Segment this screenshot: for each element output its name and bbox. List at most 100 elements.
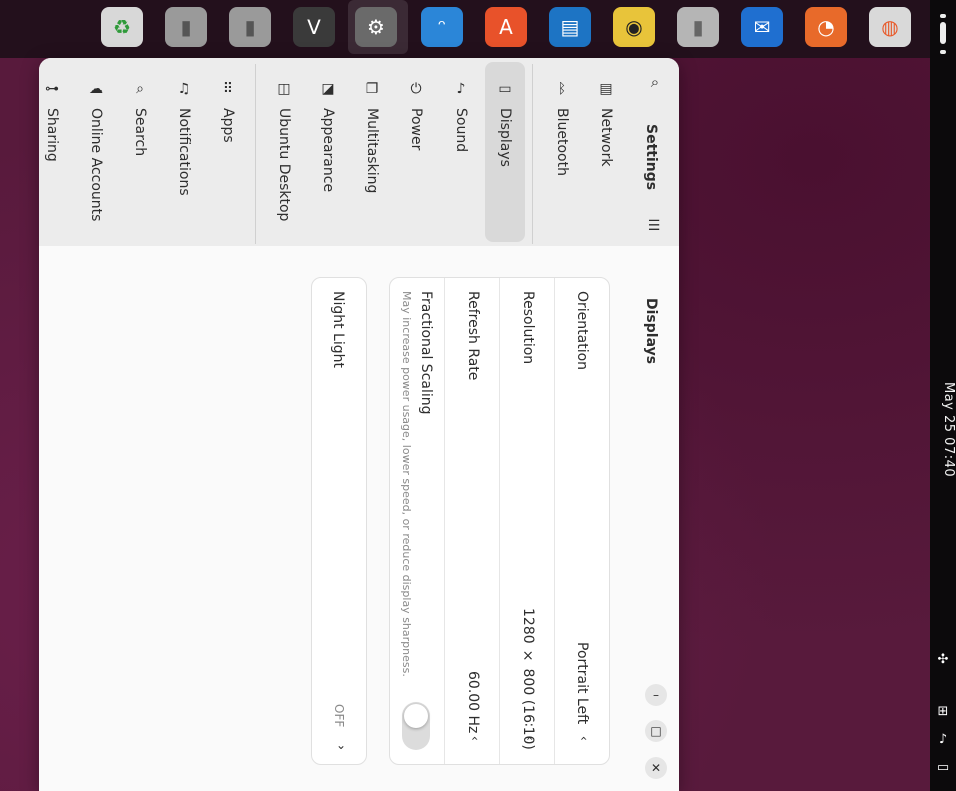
rhythmbox-icon: ◉ (613, 7, 655, 47)
close-button[interactable]: ✕ (645, 757, 667, 779)
multitasking-icon: ❐ (365, 81, 379, 97)
search-icon[interactable]: ⌕ (643, 70, 667, 94)
sidebar-item-bluetooth[interactable]: ᛒ Bluetooth (542, 62, 582, 242)
menu-icon[interactable]: ☰ (646, 218, 662, 234)
volume-icon[interactable]: ♪ (934, 730, 952, 748)
sidebar-separator (255, 64, 256, 244)
sidebar-item-displays[interactable]: ▭ Displays (485, 62, 525, 242)
displays-icon: ▭ (498, 81, 512, 97)
resolution-label: Resolution (520, 291, 536, 365)
notifications-icon: ♫ (177, 81, 191, 97)
search-icon: ⌕ (136, 81, 144, 97)
sidebar-item-label: Apps (220, 108, 236, 143)
dock-software-icon[interactable]: A (482, 5, 530, 49)
chevron-down-icon[interactable]: ‹ (523, 736, 537, 741)
recycle-bin-icon: ♻ (101, 7, 143, 47)
dock-rhythmbox-icon[interactable]: ◉ (610, 5, 658, 49)
appearance-icon: ◪ (321, 81, 335, 97)
chevron-down-icon[interactable]: ‹ (577, 736, 591, 741)
battery-icon[interactable]: ▭ (934, 758, 952, 776)
thunderbird-icon: ✉ (741, 7, 783, 47)
firefox-icon: ◔ (805, 7, 847, 47)
clock[interactable]: May 25 07:40 (930, 382, 956, 477)
dock-drive-1-icon[interactable]: ▮ (162, 5, 210, 49)
refresh-rate-value[interactable]: 60.00 Hz (465, 671, 481, 733)
display-settings-card: Orientation Portrait Left ‹ Resolution 1… (389, 277, 610, 765)
dock-settings-icon[interactable]: ⚙ (352, 5, 400, 49)
sidebar-item-sharing[interactable]: ⊶ Sharing (39, 62, 72, 242)
fractional-scaling-hint: May increase power usage, lower speed, o… (400, 291, 413, 677)
minimize-button[interactable]: – (645, 684, 667, 706)
fractional-scaling-toggle[interactable] (402, 702, 430, 750)
sidebar-item-power[interactable]: ⏻ Power (396, 62, 436, 242)
dock-thunderbird-icon[interactable]: ✉ (738, 5, 786, 49)
sidebar-item-appearance[interactable]: ◪ Appearance (308, 62, 348, 242)
sidebar-item-label: Multitasking (364, 108, 380, 194)
settings-icon: ⚙ (355, 7, 397, 47)
sidebar-item-label: Ubuntu Desktop (276, 108, 292, 222)
dock-drive-2-icon[interactable]: ▮ (226, 5, 274, 49)
sidebar-item-sound[interactable]: ♪ Sound (441, 62, 481, 242)
sound-icon: ♪ (456, 81, 466, 97)
toggle-knob (404, 704, 428, 728)
dock: ♻ ▮ ▮ ᐯ ⚙ ᵔ A ▤ ◉ ▮ ✉ ◔ ◍ (0, 0, 930, 58)
sidebar-item-multitasking[interactable]: ❐ Multitasking (352, 62, 392, 242)
bluetooth-icon: ᛒ (557, 81, 567, 97)
night-light-card[interactable]: Night Light Off ⌄ (311, 277, 367, 765)
sidebar-item-label: Notifications (176, 108, 192, 196)
ubuntu-desktop-icon: ◫ (277, 81, 291, 97)
dock-ubuntu-installer-icon[interactable]: ◍ (866, 5, 914, 49)
orientation-label: Orientation (574, 291, 590, 371)
sharing-icon: ⊶ (45, 81, 59, 97)
sidebar-item-label: Network (598, 108, 614, 167)
sidebar-item-search[interactable]: ⌕ Search (120, 62, 160, 242)
resolution-value[interactable]: 1280 × 800 (16∶10) (520, 608, 536, 750)
dock-usb-drive-icon[interactable]: ▮ (674, 5, 722, 49)
sidebar-item-label: Bluetooth (554, 108, 570, 176)
sidebar-separator (532, 64, 533, 244)
orientation-value[interactable]: Portrait Left (574, 642, 590, 724)
night-light-value: Off (332, 704, 346, 728)
online-accounts-icon: ☁ (89, 81, 103, 97)
fractional-scaling-label: Fractional Scaling (418, 291, 434, 415)
shotwell-icon: ᵔ (421, 7, 463, 47)
sidebar-item-label: Displays (497, 108, 513, 167)
sidebar-item-network[interactable]: ▤ Network (586, 62, 626, 242)
power-icon: ⏻ (410, 81, 422, 97)
sidebar-item-apps[interactable]: ⠿ Apps (208, 62, 248, 242)
libreoffice-impress-icon: ▤ (549, 7, 591, 47)
content-area: Displays – □ ✕ Orientation Portrait Left… (39, 246, 679, 791)
chevron-down-icon[interactable]: ‹ (468, 736, 482, 741)
sidebar-item-label: Online Accounts (88, 108, 104, 222)
sidebar-item-online-accounts[interactable]: ☁ Online Accounts (76, 62, 116, 242)
app-title: Settings (643, 124, 659, 191)
refresh-rate-label: Refresh Rate (465, 291, 481, 381)
sidebar-item-label: Search (132, 108, 148, 157)
maximize-button[interactable]: □ (645, 720, 667, 742)
sidebar-item-ubuntu-desktop[interactable]: ◫ Ubuntu Desktop (264, 62, 304, 242)
dock-recycle-bin-icon[interactable]: ♻ (98, 5, 146, 49)
software-icon: A (485, 7, 527, 47)
dock-terminal-icon[interactable]: ᐯ (290, 5, 338, 49)
dock-libreoffice-impress-icon[interactable]: ▤ (546, 5, 594, 49)
network-icon[interactable]: ⊞ (934, 702, 952, 720)
dock-shotwell-icon[interactable]: ᵔ (418, 5, 466, 49)
network-icon: ▤ (599, 81, 613, 97)
drive-1-icon: ▮ (165, 7, 207, 47)
settings-window: ⌕ Settings ☰ ▤ Network ᛒ Bluetooth ▭ Displays… (39, 58, 679, 791)
sidebar-item-notifications[interactable]: ♫ Notifications (164, 62, 204, 242)
workspace-dot[interactable] (940, 14, 946, 18)
sidebar: ⌕ Settings ☰ ▤ Network ᛒ Bluetooth ▭ Displays… (39, 58, 679, 246)
chevron-right-icon[interactable]: ⌄ (334, 738, 348, 752)
sidebar-item-label: Power (408, 108, 424, 151)
sidebar-item-label: Sharing (44, 108, 60, 162)
accessibility-icon[interactable]: ✣ (934, 650, 952, 668)
workspace-active[interactable] (940, 22, 946, 44)
dock-firefox-icon[interactable]: ◔ (802, 5, 850, 49)
drive-2-icon: ▮ (229, 7, 271, 47)
apps-icon: ⠿ (222, 81, 234, 97)
sidebar-item-label: Sound (453, 108, 469, 153)
workspace-dot[interactable] (940, 50, 946, 54)
page-title: Displays (643, 298, 659, 365)
usb-drive-icon: ▮ (677, 7, 719, 47)
